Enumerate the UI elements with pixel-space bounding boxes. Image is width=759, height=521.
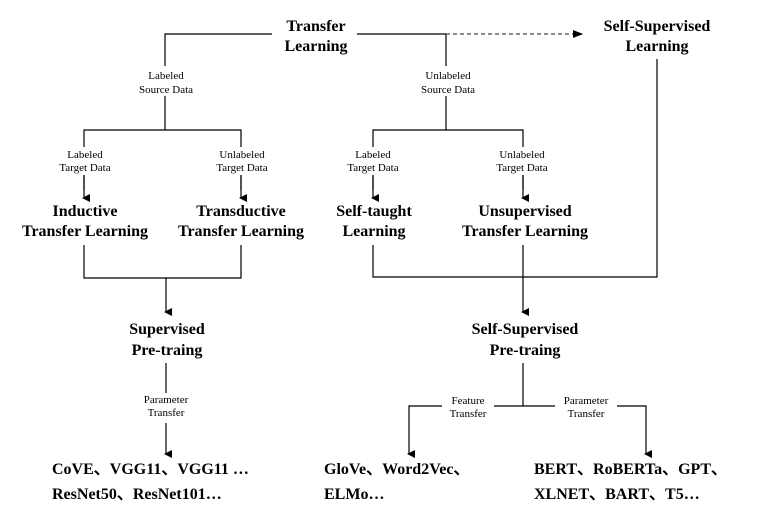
examples-parameter-line1: BERT、RoBERTa、GPT、 bbox=[534, 461, 727, 478]
node-transductive-line1: Transductive bbox=[196, 203, 285, 220]
examples-feature-line2: ELMo… bbox=[324, 486, 384, 503]
edge-label-parameter-transfer-left: Parameter Transfer bbox=[144, 394, 189, 419]
edge-label-line: Feature bbox=[452, 395, 485, 407]
edge-label-unlabeled-target-data-right: Unlabeled Target Data bbox=[496, 149, 547, 174]
node-self-taught-line1: Self-taught bbox=[336, 203, 412, 220]
node-self-supervised-pretraining-line1: Self-Supervised bbox=[472, 321, 579, 338]
node-unsupervised-transfer-learning: Unsupervised Transfer Learning bbox=[462, 203, 588, 240]
edge-label-line: Transfer bbox=[568, 408, 605, 420]
node-self-supervised-learning: Self-Supervised Learning bbox=[604, 18, 711, 55]
node-unsupervised-tl-line2: Transfer Learning bbox=[462, 223, 588, 240]
edge-label-line: Unlabeled bbox=[219, 149, 265, 161]
node-supervised-pretraining: Supervised Pre-traing bbox=[129, 321, 205, 359]
examples-parameter-line2: XLNET、BART、T5… bbox=[534, 486, 700, 503]
edge-label-unlabeled-target-data-left: Unlabeled Target Data bbox=[216, 149, 267, 174]
node-self-supervised-learning-line2: Learning bbox=[625, 38, 688, 55]
edge-label-parameter-transfer-right: Parameter Transfer bbox=[564, 395, 609, 420]
edge-label-line: Transfer bbox=[148, 407, 185, 419]
edge-label-line: Source Data bbox=[421, 84, 475, 96]
node-inductive-transfer-learning: Inductive Transfer Learning bbox=[22, 203, 148, 240]
edge-label-line: Target Data bbox=[496, 162, 547, 174]
node-self-supervised-pretraining: Self-Supervised Pre-traing bbox=[472, 321, 579, 359]
edge-label-line: Target Data bbox=[216, 162, 267, 174]
node-inductive-line1: Inductive bbox=[53, 203, 118, 220]
node-transductive-transfer-learning: Transductive Transfer Learning bbox=[178, 203, 304, 240]
examples-supervised-line1: CoVE、VGG11、VGG11 … bbox=[52, 461, 249, 478]
edge-label-line: Labeled bbox=[67, 149, 103, 161]
edge-label-line: Transfer bbox=[450, 408, 487, 420]
node-transfer-learning: Transfer Learning bbox=[284, 18, 347, 55]
node-self-taught-line2: Learning bbox=[342, 223, 405, 240]
edge-label-line: Parameter bbox=[564, 395, 609, 407]
node-transfer-learning-line1: Transfer bbox=[286, 18, 345, 35]
examples-feature-line1: GloVe、Word2Vec、 bbox=[324, 461, 470, 478]
edge-label-line: Target Data bbox=[59, 162, 110, 174]
edge-label-line: Source Data bbox=[139, 84, 193, 96]
node-self-taught-learning: Self-taught Learning bbox=[336, 203, 412, 240]
node-supervised-pretraining-line1: Supervised bbox=[129, 321, 205, 338]
edge-label-line: Target Data bbox=[347, 162, 398, 174]
examples-parameter-transfer-models: BERT、RoBERTa、GPT、 XLNET、BART、T5… bbox=[534, 461, 727, 503]
edge-label-line: Unlabeled bbox=[499, 149, 545, 161]
node-inductive-line2: Transfer Learning bbox=[22, 223, 148, 240]
node-transfer-learning-line2: Learning bbox=[284, 38, 347, 55]
transfer-learning-taxonomy-diagram: Transfer Learning Self-Supervised Learni… bbox=[22, 18, 727, 503]
node-unsupervised-tl-line1: Unsupervised bbox=[478, 203, 571, 220]
examples-supervised-models: CoVE、VGG11、VGG11 … ResNet50、ResNet101… bbox=[52, 461, 249, 503]
edge-label-line: Labeled bbox=[355, 149, 391, 161]
examples-supervised-line2: ResNet50、ResNet101… bbox=[52, 486, 222, 503]
connector-left-merge bbox=[83, 245, 242, 279]
node-supervised-pretraining-line2: Pre-traing bbox=[132, 342, 203, 359]
edge-label-feature-transfer: Feature Transfer bbox=[450, 395, 487, 420]
edge-label-line: Parameter bbox=[144, 394, 189, 406]
examples-feature-transfer-models: GloVe、Word2Vec、 ELMo… bbox=[324, 461, 470, 503]
node-self-supervised-learning-line1: Self-Supervised bbox=[604, 18, 711, 35]
edge-label-line: Labeled bbox=[148, 70, 184, 82]
edge-label-line: Unlabeled bbox=[425, 70, 471, 82]
node-transductive-line2: Transfer Learning bbox=[178, 223, 304, 240]
node-self-supervised-pretraining-line2: Pre-traing bbox=[490, 342, 561, 359]
